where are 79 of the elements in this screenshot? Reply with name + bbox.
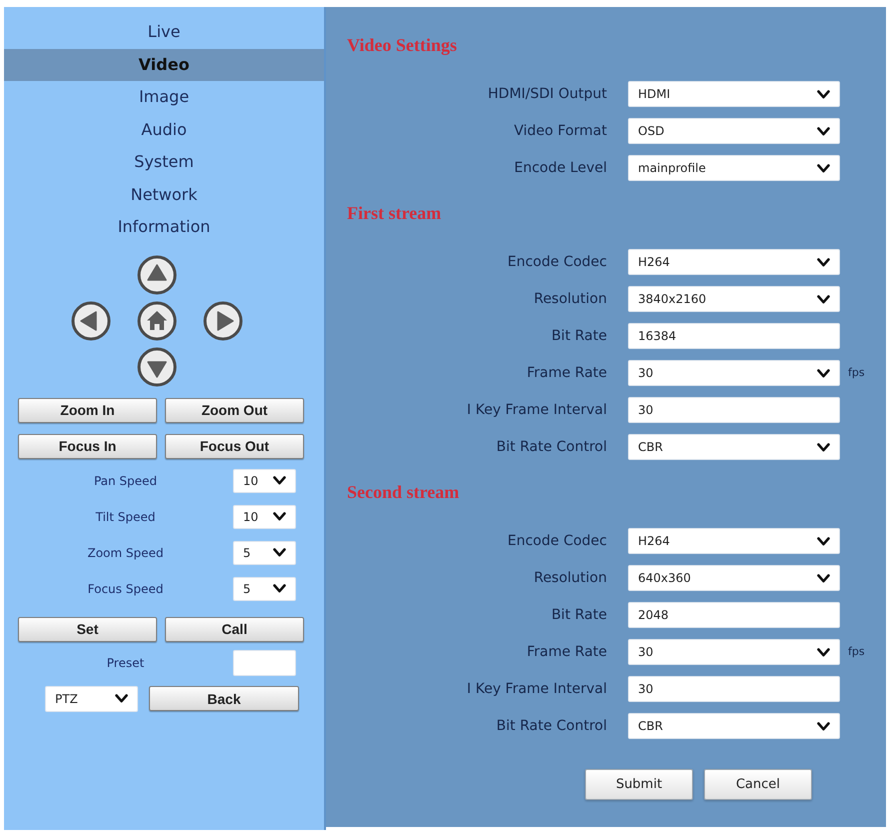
menu-item[interactable]: Image [4,81,324,114]
chevron-down-icon [817,574,830,582]
field-label: Video Format [512,122,607,140]
input-field[interactable] [233,650,296,676]
input-field[interactable]: 30 [628,676,840,702]
dropdown[interactable]: OSD [628,118,840,144]
field-label: Resolution [532,290,607,308]
dropdown[interactable]: H264 [628,528,840,554]
dropdown[interactable]: 5 [233,576,296,600]
input-field[interactable]: 16384 [628,323,840,349]
lens-button[interactable]: Focus In [18,434,157,458]
dropdown[interactable]: 640x360 [628,565,840,591]
chevron-down-icon [817,536,830,546]
field-label: Frame Rate [526,364,607,382]
chevron-down-icon [273,548,286,557]
speed-label: Pan Speed [92,472,158,490]
chevron-down-icon [817,164,830,172]
dropdown[interactable]: PTZ [45,686,138,712]
field-label: I Key Frame Interval [466,680,607,698]
dropdown[interactable]: mainprofile [628,155,840,181]
field-label: Bit Rate [550,326,607,346]
menu-item[interactable]: Information [4,211,324,244]
chevron-down-icon [817,442,830,452]
dropdown[interactable]: 3840x2160 [628,286,840,312]
chevron-down-icon [817,126,830,136]
form-button[interactable]: Cancel [704,769,812,800]
speed-label: Focus Speed [86,580,164,598]
chevron-down-icon [817,368,830,378]
field-label: HDMI/SDI Output [486,84,607,104]
lens-button[interactable]: Zoom Out [165,398,304,422]
speed-label: Zoom Speed [86,544,165,562]
field-label: Resolution [532,568,607,588]
dropdown[interactable]: 30 [628,639,840,665]
menu-item[interactable]: System [4,146,324,178]
field-label: Encode Level [513,158,607,178]
home-icon[interactable] [137,300,177,340]
unit-label: fps [848,364,865,381]
field-label: I Key Frame Interval [466,400,607,420]
input-field[interactable]: 30 [628,397,840,423]
chevron-down-icon [273,584,286,593]
speed-label: Tilt Speed [94,508,156,526]
dropdown[interactable]: 10 [233,468,296,492]
menu-item[interactable]: Video [4,48,324,81]
chevron-down-icon [115,694,128,703]
field-label: Frame Rate [526,642,607,662]
field-label: Encode Codec [506,252,607,272]
dropdown[interactable]: 30 [628,360,840,386]
dropdown[interactable]: HDMI [628,81,840,107]
field-label: Encode Codec [506,532,607,550]
dropdown[interactable]: H264 [628,249,840,275]
chevron-down-icon [817,722,830,730]
field-label: Bit Rate Control [495,438,607,456]
dropdown[interactable]: 10 [233,504,296,528]
form-button[interactable]: Submit [585,769,693,800]
unit-label: fps [848,644,865,660]
dropdown[interactable]: 5 [233,540,296,564]
chevron-down-icon [817,90,830,98]
dropdown[interactable]: CBR [628,713,840,739]
chevron-down-icon [817,648,830,656]
preset-label: Preset [106,654,146,672]
menu-item[interactable]: Live [4,16,324,48]
lens-button[interactable]: Zoom In [18,398,157,422]
back-button[interactable]: Back [149,686,299,711]
chevron-down-icon [273,476,286,485]
preset-button[interactable]: Call [165,616,304,642]
section-heading: First stream [347,203,442,223]
preset-button[interactable]: Set [18,616,157,642]
section-heading: Video Settings [347,35,458,55]
field-label: Bit Rate [550,606,607,624]
input-field[interactable]: 2048 [628,602,840,628]
field-label: Bit Rate Control [495,716,607,736]
lens-button[interactable]: Focus Out [165,434,304,458]
menu-item[interactable]: Network [4,178,324,211]
section-heading: Second stream [347,482,460,502]
chevron-down-icon [817,258,830,266]
dropdown[interactable]: CBR [628,434,840,460]
chevron-down-icon [273,512,286,521]
menu-item[interactable]: Audio [4,114,324,146]
chevron-down-icon [817,294,830,304]
